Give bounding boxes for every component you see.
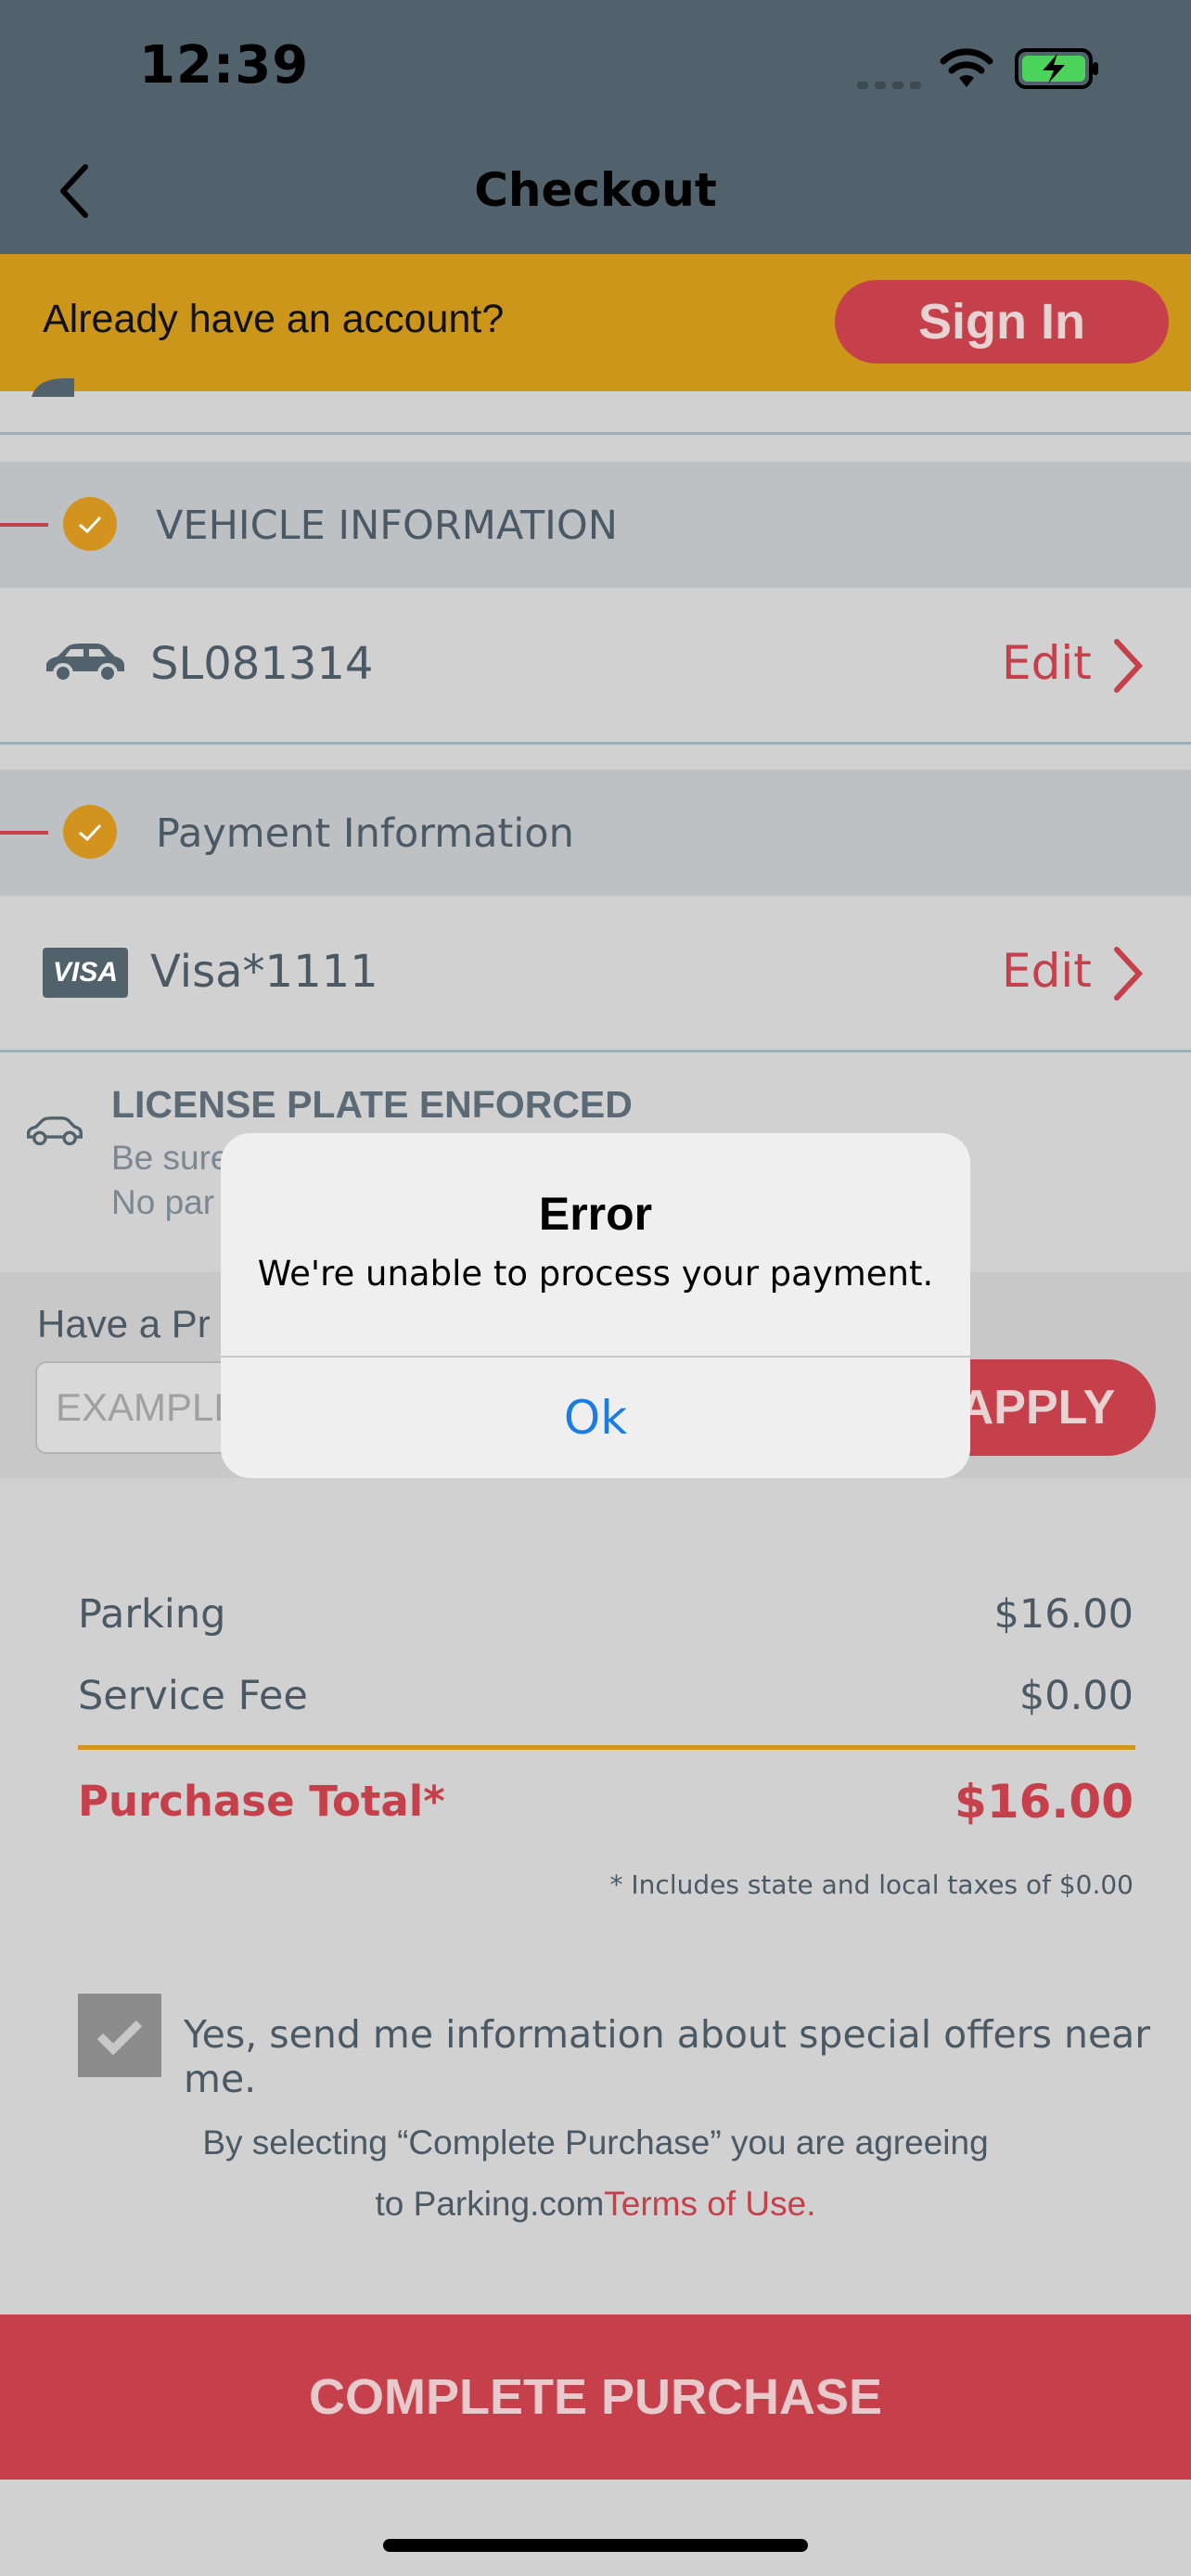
service-fee-label: Service Fee [78,1673,308,1719]
chevron-right-icon [1114,639,1144,693]
enforcement-line-1: Be sure [111,1139,230,1177]
car-icon [46,644,124,683]
divider [0,432,1191,435]
total-divider [78,1745,1135,1750]
tax-note: * Includes state and local taxes of $0.0… [609,1869,1133,1900]
vehicle-edit-link[interactable]: Edit [1002,636,1092,690]
divider [0,742,1191,745]
visa-card-icon: VISA [43,948,128,998]
terms-text-line-1: By selecting “Complete Purchase” you are… [202,2123,989,2162]
payment-edit-link[interactable]: Edit [1002,944,1092,998]
parking-label: Parking [78,1591,226,1638]
payment-section-title: Payment Information [156,810,574,857]
check-circle-icon [63,805,117,859]
purchase-total-label: Purchase Total* [78,1777,445,1826]
vehicle-section-title: VEHICLE INFORMATION [156,503,618,549]
step-line [0,831,48,835]
payment-row[interactable]: VISA Visa*1111 Edit [0,896,1191,1050]
vehicle-row[interactable]: SL081314 Edit [0,588,1191,742]
nav-bar: Checkout [0,130,1191,254]
alert-title: Error [538,1188,653,1240]
purchase-total-value: $16.00 [954,1775,1133,1829]
payment-card: Visa*1111 [150,946,378,998]
car-icon [27,1116,83,1146]
checkmark-icon [96,2020,143,2056]
vehicle-section-header: VEHICLE INFORMATION [0,462,1191,588]
complete-purchase-button[interactable]: COMPLETE PURCHASE [0,2315,1191,2480]
alert-ok-button[interactable]: Ok [221,1358,970,1478]
sign-in-button[interactable]: Sign In [835,280,1169,363]
enforcement-title: LICENSE PLATE ENFORCED [111,1083,633,1126]
step-line [0,523,48,527]
payment-section-header: Payment Information [0,770,1191,896]
divider [0,1050,1191,1052]
offers-checkbox[interactable] [78,1994,161,2077]
page-title: Checkout [474,163,717,217]
vehicle-plate: SL081314 [150,638,374,690]
service-fee-value: $0.00 [1018,1673,1133,1719]
clipped-icon [32,378,74,397]
enforcement-line-2: No par [111,1183,215,1221]
check-circle-icon [63,497,117,551]
chevron-right-icon [1114,947,1144,1001]
terms-of-use-link[interactable]: Terms of Use. [604,2185,815,2223]
status-time: 12:39 [139,35,310,96]
error-alert: Error We're unable to process your payme… [221,1133,970,1478]
battery-charging-icon [1015,48,1098,89]
wifi-icon [940,48,993,87]
account-prompt: Already have an account? [43,297,505,341]
account-banner: Already have an account? Sign In [0,254,1191,391]
promo-label: Have a Pr [37,1302,211,1345]
parking-value: $16.00 [993,1591,1133,1638]
status-bar: 12:39 [0,0,1191,130]
home-indicator[interactable] [383,2539,808,2552]
cellular-signal-icon [857,82,921,89]
offers-checkbox-label: Yes, send me information about special o… [184,2012,1151,2101]
terms-text-line-2: to Parking.comTerms of Use. [0,2185,1191,2224]
terms-prefix: to Parking.com [375,2185,605,2223]
alert-message: We're unable to process your payment. [257,1254,934,1294]
